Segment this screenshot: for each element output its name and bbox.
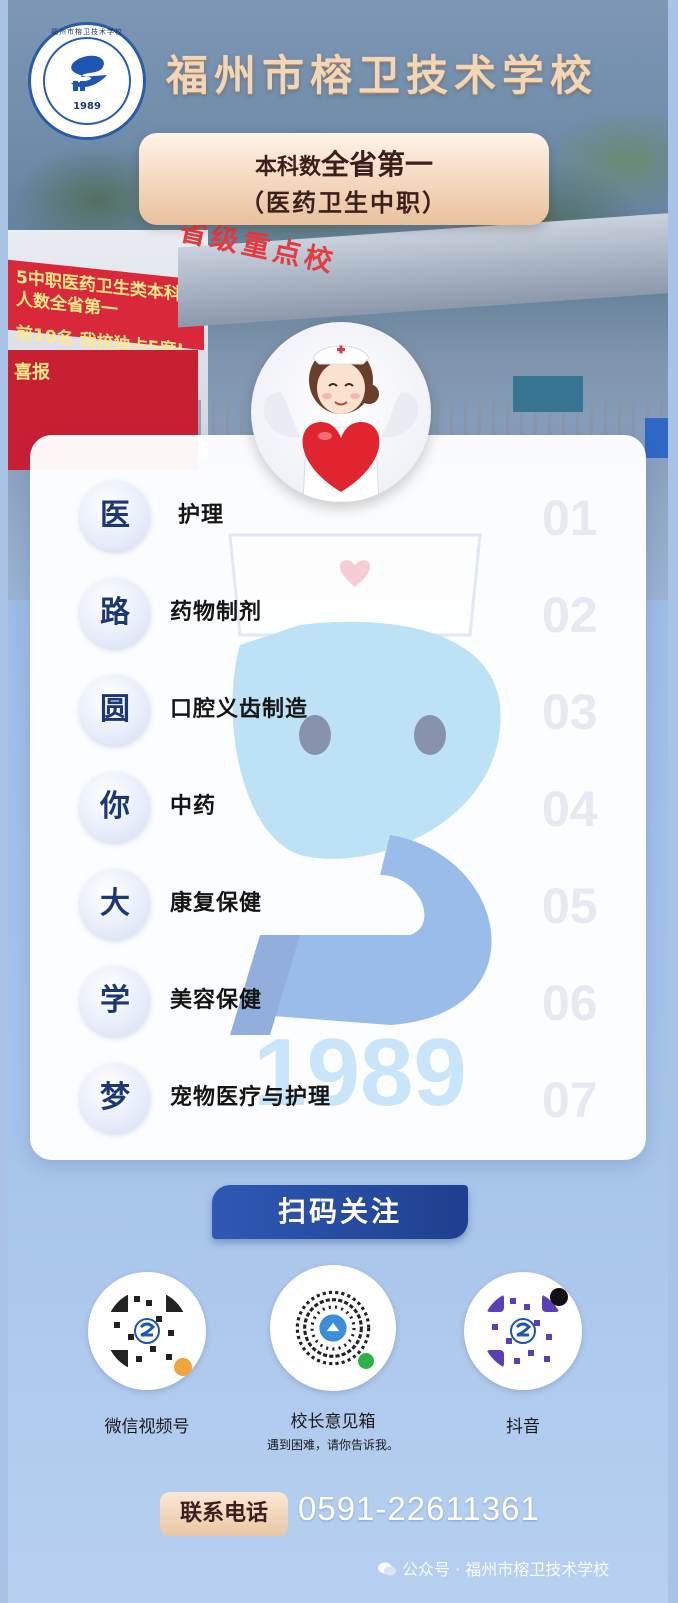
major-char: 梦: [80, 1063, 150, 1133]
major-name: 药物制剂: [170, 600, 263, 625]
major-row-4: 你 中药 04: [30, 766, 646, 856]
major-char: 你: [80, 772, 150, 842]
contact-phone[interactable]: 0591-22611361: [298, 1490, 540, 1528]
wechat-icon: [378, 1562, 396, 1576]
major-row-6: 学 美容保健 06: [30, 960, 646, 1050]
major-char: 学: [80, 966, 150, 1036]
qr-principal-mailbox[interactable]: 校长意见箱 遇到困难，请你告诉我。: [238, 1265, 428, 1453]
follow-title: 扫码关注: [212, 1185, 468, 1239]
major-row-7: 梦 宠物医疗与护理 07: [30, 1057, 646, 1147]
nurse-angel-illustration: [251, 322, 431, 502]
school-logo: 福州市榕卫技术学校 1989: [28, 22, 146, 140]
major-number: 06: [542, 975, 598, 1031]
major-name: 护理: [178, 503, 225, 528]
blue-sign: [645, 418, 668, 458]
nurse-icon: [263, 345, 419, 502]
board-title: 喜报: [14, 362, 50, 383]
major-name: 口腔义齿制造: [170, 697, 309, 722]
gate-plaque: [513, 376, 583, 412]
major-name: 康复保健: [170, 891, 263, 916]
official-account-watermark: 公众号 · 福州市榕卫技术学校: [378, 1556, 609, 1580]
watermark-text: 公众号 · 福州市榕卫技术学校: [402, 1560, 610, 1579]
qr-label: 校长意见箱: [290, 1412, 376, 1432]
major-row-5: 大 康复保健 05: [30, 863, 646, 953]
major-number: 03: [542, 684, 598, 740]
rank-card: 本科数全省第一 （医药卫生中职）: [139, 133, 549, 225]
logo-s-icon: [71, 55, 107, 91]
rank-headline: 本科数全省第一: [139, 143, 549, 183]
major-char: 医: [80, 481, 150, 551]
qr-wechat-channels[interactable]: 微信视频号: [52, 1272, 242, 1437]
qr-label: 微信视频号: [104, 1417, 190, 1437]
qr-code[interactable]: [464, 1272, 582, 1390]
qr-code[interactable]: [88, 1272, 206, 1390]
major-number: 02: [542, 587, 598, 643]
douyin-badge-icon: [550, 1288, 568, 1306]
channels-badge-icon: [174, 1358, 192, 1376]
contact-label: 联系电话: [160, 1492, 288, 1536]
major-number: 04: [542, 781, 598, 837]
major-name: 中药: [170, 794, 217, 819]
logo-top-text: 福州市榕卫技术学校: [51, 28, 123, 36]
mini-program-badge-icon: [358, 1353, 374, 1369]
qr-sublabel: 遇到困难，请你告诉我。: [266, 1438, 399, 1452]
major-number: 05: [542, 878, 598, 934]
rank-prefix: 本科数: [254, 155, 321, 180]
qr-douyin[interactable]: 抖音: [428, 1272, 618, 1437]
majors-card: 1989 医 护理 01 路 药物制剂 02 圆 口腔义齿制造 03 你 中药 …: [30, 435, 646, 1160]
school-name: 福州市榕卫技术学校: [166, 51, 599, 100]
major-char: 路: [80, 578, 150, 648]
poster: 5中职医药卫生类本科人数全省第一 前10名 我校独占5席! 喜报 省级重点校 福…: [8, 0, 668, 1603]
major-number: 01: [542, 490, 598, 546]
logo-emblem: 1989: [43, 37, 131, 125]
major-row-2: 路 药物制剂 02: [30, 572, 646, 662]
major-char: 圆: [80, 675, 150, 745]
rank-subtitle: （医药卫生中职）: [240, 189, 448, 217]
major-number: 07: [542, 1072, 598, 1128]
qr-code[interactable]: [270, 1265, 396, 1391]
major-row-3: 圆 口腔义齿制造 03: [30, 669, 646, 759]
qr-label: 抖音: [506, 1417, 540, 1437]
major-char: 大: [80, 869, 150, 939]
logo-year: 1989: [73, 101, 101, 112]
major-name: 宠物医疗与护理: [170, 1085, 332, 1110]
rank-highlight: 全省第一: [321, 148, 434, 181]
major-name: 美容保健: [170, 988, 263, 1013]
